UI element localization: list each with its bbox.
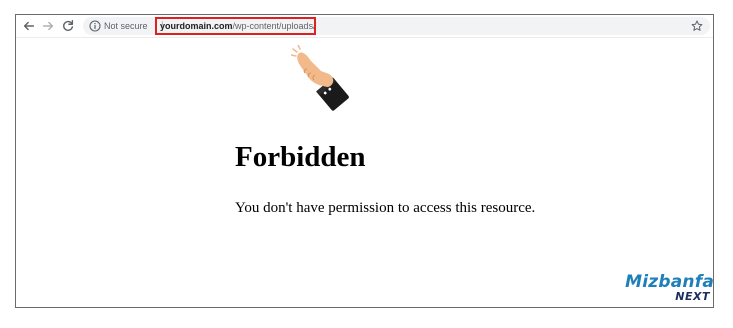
pointing-hand-icon — [291, 45, 349, 111]
url-domain: yourdomain.com — [160, 21, 233, 31]
brand-subtitle: NEXT — [675, 290, 710, 303]
star-icon — [691, 20, 703, 31]
brand-name: Mizbanfa — [625, 272, 714, 292]
reload-icon — [63, 20, 74, 31]
error-message: You don't have permission to access this… — [235, 200, 536, 216]
page-title: Forbidden — [235, 141, 366, 173]
reload-button[interactable] — [60, 18, 76, 34]
security-status-label[interactable]: Not secure — [104, 20, 148, 32]
forward-button[interactable] — [40, 18, 56, 34]
url-path: /wp-content/uploads/ — [232, 21, 316, 31]
arrow-right-icon — [42, 21, 54, 31]
browser-toolbar: Not secure yourdomain.com/wp-content/upl… — [16, 15, 713, 38]
address-bar[interactable]: Not secure yourdomain.com/wp-content/upl… — [83, 17, 710, 35]
bookmark-button[interactable] — [690, 19, 704, 33]
brand-logo: Mizbanfa NEXT — [624, 273, 714, 307]
browser-window: Not secure yourdomain.com/wp-content/upl… — [15, 14, 714, 308]
url-text[interactable]: yourdomain.com/wp-content/uploads/ — [155, 17, 316, 35]
back-button[interactable] — [21, 18, 37, 34]
arrow-left-icon — [23, 21, 35, 31]
info-icon[interactable] — [89, 20, 101, 32]
